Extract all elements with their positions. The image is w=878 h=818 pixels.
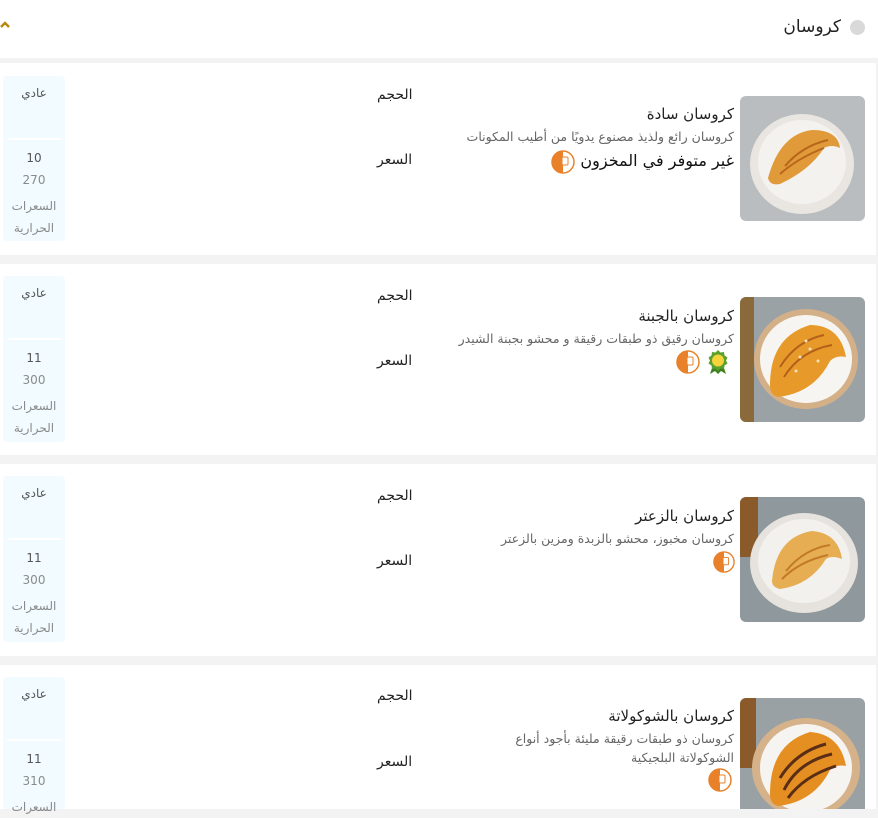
product-card[interactable]: كروسان بالجبنة كروسان رقيق ذو طبقات رقيق… [0,264,876,455]
product-image [740,698,865,809]
size-label: الحجم [377,488,413,504]
calories-label: السعرات الحرارية [11,599,57,635]
divider [7,138,61,140]
clock-icon [713,551,735,573]
price-value: 11 [26,351,42,365]
clock-icon [551,150,575,174]
product-name: كروسان بالزعتر [635,507,734,525]
product-name: كروسان بالجبنة [638,307,734,325]
size-value: عادي [21,86,47,100]
clock-icon [708,768,732,792]
product-info-panel: عادي 11 300 السعرات الحرارية [3,276,65,442]
product-badges [708,768,732,792]
product-card[interactable]: كروسان سادة كروسان رائع ولذيذ مصنوع يدوي… [0,63,876,255]
product-badges [713,551,735,573]
calories-value: 300 [22,373,46,387]
size-value: عادي [21,286,47,300]
section-title: كروسان [783,17,841,37]
product-info-panel: عادي 10 270 السعرات الحرارية [3,76,65,241]
radio-dot-icon[interactable] [850,20,865,35]
product-image [740,297,865,422]
product-name: كروسان بالشوكولاتة [608,707,734,725]
chevron-up-icon[interactable] [0,18,14,32]
best-seller-icon [708,350,728,374]
price-value: 11 [26,551,42,565]
price-value: 10 [26,151,42,165]
section-header[interactable]: كروسان [0,0,878,58]
product-description: كروسان رائع ولذيذ مصنوع يدويًا من أطيب ا… [466,129,734,144]
stock-status: غير متوفر في المخزون [580,151,734,170]
calories-label: السعرات [11,800,57,814]
product-badges [676,349,730,375]
size-label: الحجم [377,87,413,103]
product-name: كروسان سادة [646,105,734,123]
product-description: كروسان مخبوز، محشو بالزبدة ومزين بالزعتر [501,531,734,546]
price-label: السعر [377,353,413,369]
product-badges [551,150,575,174]
size-label: الحجم [377,288,413,304]
size-value: عادي [21,486,47,500]
clock-icon [676,350,700,374]
product-card[interactable]: كروسان بالشوكولاتة كروسان ذو طبقات رقيقة… [0,665,876,814]
product-description: كروسان رقيق ذو طبقات رقيقة و محشو بجبنة … [458,331,734,346]
product-info-panel: عادي 11 300 السعرات الحرارية [3,476,65,642]
price-label: السعر [377,152,413,168]
calories-value: 300 [22,573,46,587]
price-label: السعر [377,553,413,569]
size-value: عادي [21,687,47,701]
divider [7,538,61,540]
product-card[interactable]: كروسان بالزعتر كروسان مخبوز، محشو بالزبد… [0,464,876,656]
product-image [740,497,865,622]
product-image [740,96,865,221]
calories-label: السعرات الحرارية [11,199,57,235]
calories-label: السعرات الحرارية [11,399,57,435]
calories-value: 310 [22,774,46,788]
divider [7,739,61,741]
calories-value: 270 [22,173,46,187]
divider [7,338,61,340]
product-description: كروسان ذو طبقات رقيقة مليئة بأجود أنواع … [515,731,734,765]
price-value: 11 [26,752,42,766]
price-label: السعر [377,754,413,770]
size-label: الحجم [377,688,413,704]
product-info-panel: عادي 11 310 السعرات [3,677,65,814]
